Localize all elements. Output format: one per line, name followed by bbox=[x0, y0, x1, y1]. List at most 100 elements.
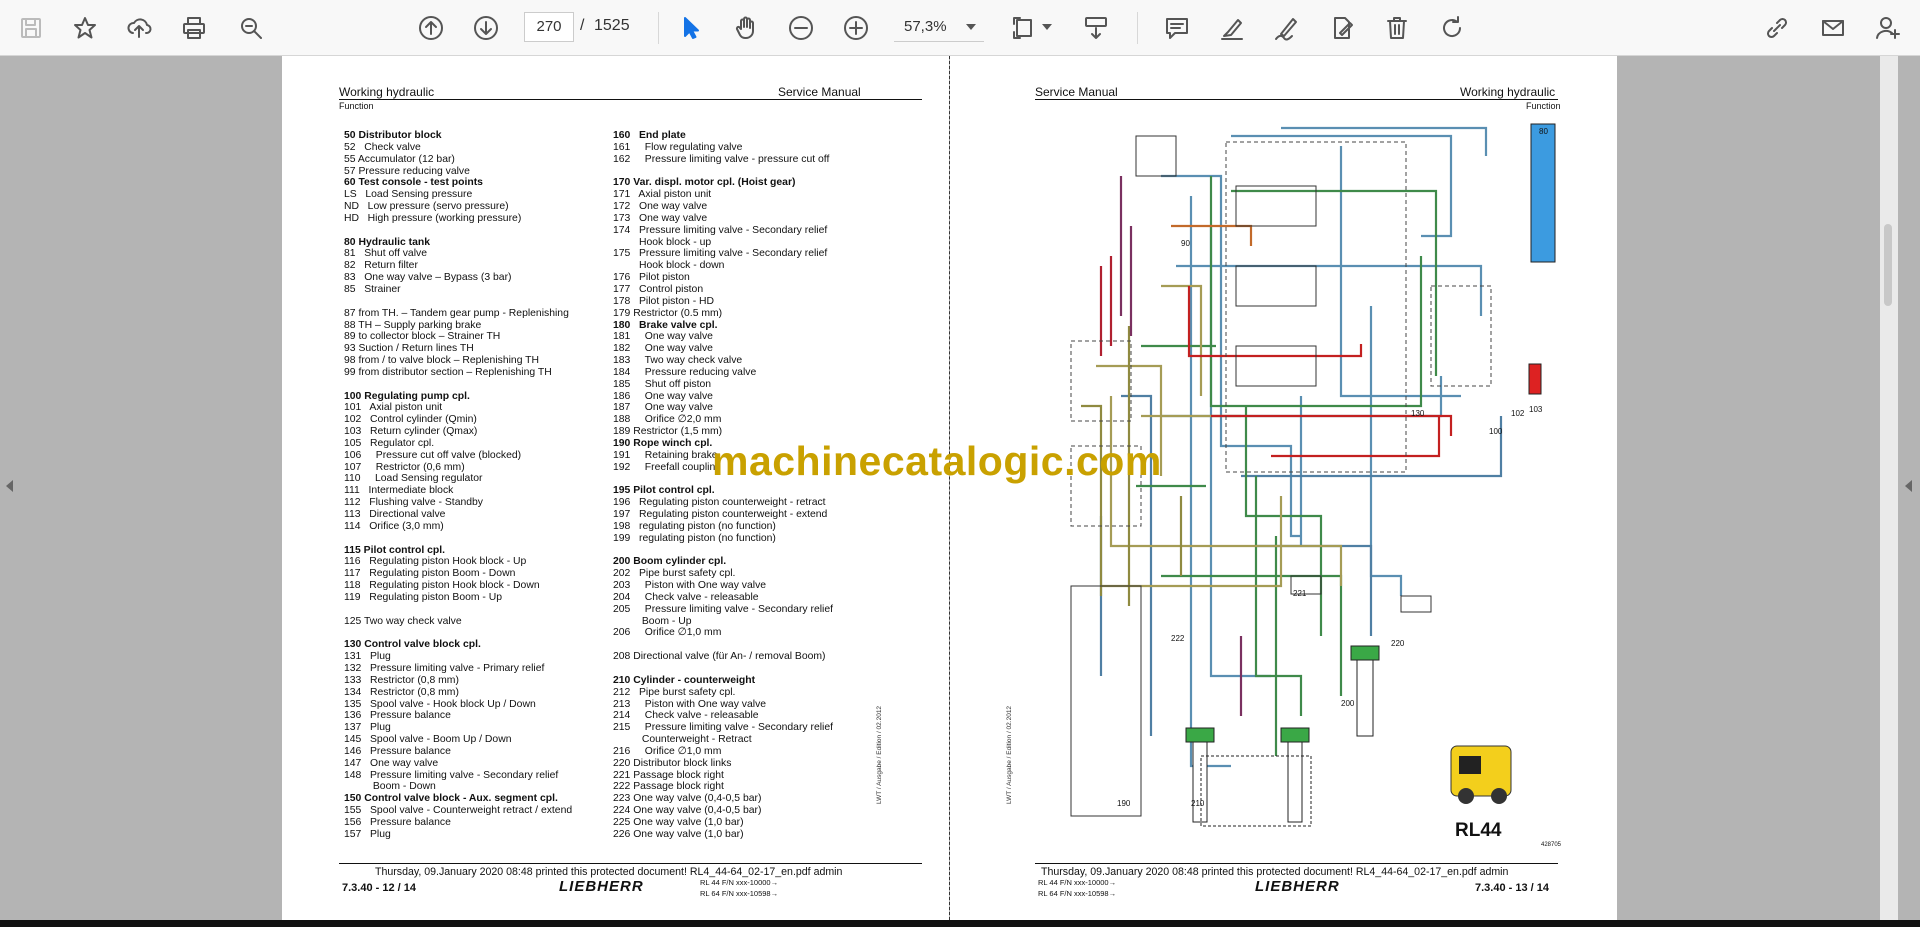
legend-entry bbox=[344, 225, 572, 237]
model-line-1: RL 44 F/N xxx-10000→ bbox=[700, 878, 779, 887]
legend-entry: 148 Pressure limiting valve - Secondary … bbox=[344, 769, 559, 781]
fill-sign-icon[interactable] bbox=[1323, 9, 1361, 47]
legend-entry: 93 Suction / Return lines TH bbox=[344, 343, 474, 355]
legend-entry: 195 Pilot control cpl. bbox=[613, 485, 715, 497]
legend-entry: 176 Pilot piston bbox=[613, 272, 690, 284]
legend-entry: 99 from distributor section – Replenishi… bbox=[344, 366, 552, 378]
viewer-toolbar: 270 / 1525 57,3% bbox=[0, 0, 1920, 56]
callout-221: 221 bbox=[1293, 589, 1307, 598]
legend-entry: 83 One way valve – Bypass (3 bar) bbox=[344, 272, 512, 284]
legend-entry: 226 One way valve (1,0 bar) bbox=[613, 828, 744, 840]
footer-rule bbox=[339, 863, 922, 864]
legend-entry: 205 Pressure limiting valve - Secondary … bbox=[613, 603, 834, 615]
legend-entry: HD High pressure (working pressure) bbox=[344, 212, 522, 224]
share-link-icon[interactable] bbox=[1758, 9, 1796, 47]
legend-entry: 216 Orifice ∅1,0 mm bbox=[613, 745, 722, 757]
legend-entry: 196 Regulating piston counterweight - re… bbox=[613, 497, 826, 509]
legend-entry: 101 Axial piston unit bbox=[344, 402, 443, 414]
legend-entry: 181 One way valve bbox=[613, 331, 713, 343]
print-stamp: Thursday, 09.January 2020 08:48 printed … bbox=[1041, 866, 1509, 878]
legend-entry bbox=[344, 627, 572, 639]
zoom-search-icon[interactable] bbox=[232, 9, 270, 47]
hydraulic-schematic: RL44 428705 80 90 130 190 200 210 220 22… bbox=[1070, 123, 1561, 848]
print-icon[interactable] bbox=[175, 9, 213, 47]
legend-entry: 89 to collector block – Strainer TH bbox=[344, 331, 501, 343]
legend-entry: 82 Return filter bbox=[344, 260, 418, 272]
legend-entry: 102 Control cylinder (Qmin) bbox=[344, 414, 477, 426]
legend-entry: 118 Regulating piston Hook block - Down bbox=[344, 580, 540, 592]
fit-options-chevron-icon[interactable] bbox=[1042, 24, 1052, 30]
legend-entry: ND Low pressure (servo pressure) bbox=[344, 201, 509, 213]
hand-pan-icon[interactable] bbox=[727, 9, 765, 47]
legend-entry: Hook block - up bbox=[613, 236, 712, 248]
callout-200: 200 bbox=[1341, 699, 1355, 708]
legend-entry: 198 regulating piston (no function) bbox=[613, 520, 776, 532]
legend-entry: 179 Restrictor (0.5 mm) bbox=[613, 307, 723, 319]
legend-entry: 185 Shut off piston bbox=[613, 378, 712, 390]
legend-entry: 155 Spool valve - Counterweight retract … bbox=[344, 805, 573, 817]
legend-entry: 52 Check valve bbox=[344, 141, 421, 153]
zoom-in-icon[interactable] bbox=[837, 9, 875, 47]
select-cursor-icon[interactable] bbox=[672, 9, 710, 47]
legend-entry: 117 Regulating piston Boom - Down bbox=[344, 568, 516, 580]
legend-entry: 199 regulating piston (no function) bbox=[613, 532, 776, 544]
comment-icon[interactable] bbox=[1158, 9, 1196, 47]
callout-130: 130 bbox=[1411, 409, 1425, 418]
legend-column-1: 50 Distributor block 52 Check valve 55 Acc… bbox=[344, 130, 572, 841]
legend-entry bbox=[344, 296, 572, 308]
scroll-mode-icon[interactable] bbox=[1077, 9, 1115, 47]
vertical-scrollbar[interactable] bbox=[1880, 56, 1898, 920]
legend-entry: 98 from / to valve block – Replenishing … bbox=[344, 355, 540, 367]
page-number-input[interactable]: 270 bbox=[524, 12, 574, 42]
legend-entry: Counterweight - Retract bbox=[613, 734, 752, 746]
save-icon[interactable] bbox=[12, 9, 50, 47]
left-panel-toggle-icon[interactable] bbox=[6, 480, 13, 492]
legend-column-2: 160 End plate 161 Flow regulating valve 16… bbox=[613, 130, 833, 841]
fit-page-icon[interactable] bbox=[1006, 9, 1044, 47]
legend-entry: 119 Regulating piston Boom - Up bbox=[344, 591, 503, 603]
legend-entry: 135 Spool valve - Hook block Up / Down bbox=[344, 698, 536, 710]
legend-entry: 105 Regulator cpl. bbox=[344, 437, 435, 449]
upload-icon[interactable] bbox=[120, 9, 158, 47]
toolbar-divider bbox=[658, 12, 659, 44]
legend-entry bbox=[613, 663, 833, 675]
highlight-pen-icon[interactable] bbox=[1213, 9, 1251, 47]
page-separator: / bbox=[580, 17, 585, 34]
footer-rule bbox=[1035, 863, 1558, 864]
page-up-icon[interactable] bbox=[412, 9, 450, 47]
legend-entry: 130 Control valve block cpl. bbox=[344, 639, 481, 651]
model-line-1: RL 44 F/N xxx-10000→ bbox=[1038, 878, 1117, 887]
legend-entry: 221 Passage block right bbox=[613, 769, 724, 781]
scrollbar-thumb[interactable] bbox=[1884, 224, 1892, 306]
draw-sign-icon[interactable] bbox=[1268, 9, 1306, 47]
rotate-icon[interactable] bbox=[1433, 9, 1471, 47]
callout-210: 210 bbox=[1191, 799, 1205, 808]
legend-entry: 55 Accumulator (12 bar) bbox=[344, 153, 455, 165]
legend-entry: 107 Restrictor (0,6 mm) bbox=[344, 461, 465, 473]
legend-entry bbox=[613, 166, 833, 178]
right-panel-toggle-icon[interactable] bbox=[1905, 480, 1912, 492]
email-icon[interactable] bbox=[1814, 9, 1852, 47]
legend-entry: 134 Restrictor (0,8 mm) bbox=[344, 686, 459, 698]
legend-entry: 222 Passage block right bbox=[613, 781, 724, 793]
legend-entry bbox=[613, 545, 833, 557]
bookmark-star-icon[interactable] bbox=[66, 9, 104, 47]
delete-icon[interactable] bbox=[1378, 9, 1416, 47]
zoom-out-icon[interactable] bbox=[782, 9, 820, 47]
legend-entry: 186 One way valve bbox=[613, 390, 713, 402]
legend-entry: 188 Orifice ∅2,0 mm bbox=[613, 414, 722, 426]
header-rule bbox=[1035, 99, 1558, 100]
legend-entry: 162 Pressure limiting valve - pressure c… bbox=[613, 153, 830, 165]
legend-entry: 202 Pipe burst safety cpl. bbox=[613, 568, 736, 580]
legend-entry: 146 Pressure balance bbox=[344, 745, 451, 757]
legend-entry: 57 Pressure reducing valve bbox=[344, 165, 470, 177]
legend-entry: 131 Plug bbox=[344, 651, 391, 663]
liebherr-logo: LIEBHERR bbox=[1255, 878, 1340, 895]
page-down-icon[interactable] bbox=[467, 9, 505, 47]
chevron-down-icon[interactable] bbox=[966, 24, 976, 30]
legend-entry: 50 Distributor block bbox=[344, 130, 442, 141]
callout-100: 100 bbox=[1489, 427, 1503, 436]
legend-entry: 125 Two way check valve bbox=[344, 615, 462, 627]
user-add-icon[interactable] bbox=[1869, 9, 1907, 47]
legend-entry: 137 Plug bbox=[344, 722, 391, 734]
